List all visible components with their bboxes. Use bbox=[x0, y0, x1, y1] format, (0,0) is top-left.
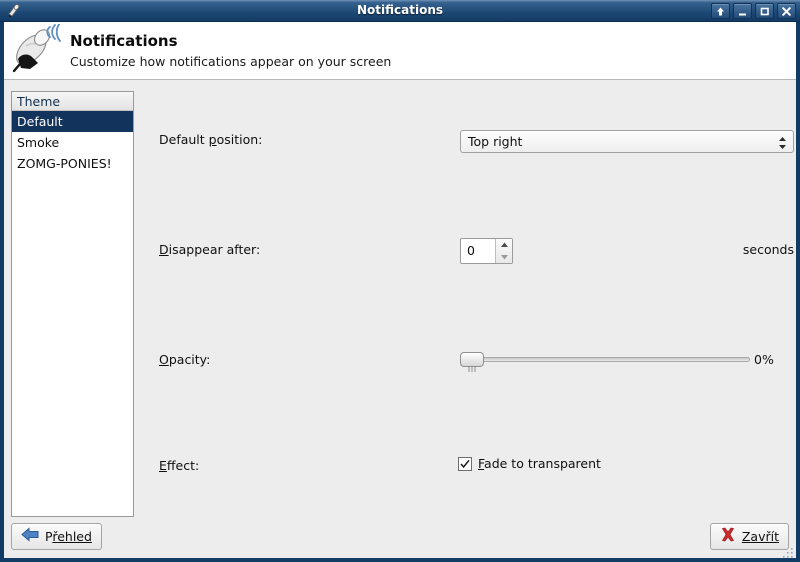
chevron-up-icon[interactable] bbox=[496, 239, 512, 251]
label-mnemonic: D bbox=[159, 242, 169, 257]
opacity-slider[interactable] bbox=[456, 350, 750, 368]
chevron-up-down-icon bbox=[778, 135, 787, 149]
sidebar-item-default[interactable]: Default bbox=[12, 111, 133, 132]
chevron-down-icon[interactable] bbox=[496, 251, 512, 263]
label-part: ade to transparent bbox=[484, 456, 601, 471]
theme-item-label: Default bbox=[17, 114, 63, 129]
fade-to-transparent-label: Fade to transparent bbox=[478, 456, 601, 471]
default-position-value: Top right bbox=[468, 131, 522, 152]
page-header: Notifications Customize how notification… bbox=[4, 22, 796, 80]
minimize-window-button[interactable] bbox=[733, 3, 752, 19]
disappear-after-unit: seconds bbox=[743, 242, 794, 257]
close-window-button[interactable] bbox=[777, 3, 796, 19]
close-dialog-button[interactable]: Zavřít bbox=[710, 523, 789, 550]
label-part: ehled bbox=[57, 529, 92, 544]
notification-horn-icon bbox=[10, 24, 66, 78]
theme-item-label: ZOMG-PONIES! bbox=[17, 156, 112, 171]
window-title: Notifications bbox=[0, 0, 800, 22]
label-mnemonic: O bbox=[159, 352, 169, 367]
fade-to-transparent-checkbox[interactable] bbox=[458, 457, 472, 471]
overview-back-button-label: Přehled bbox=[45, 529, 92, 544]
resize-grip-icon[interactable] bbox=[782, 544, 794, 556]
label-part: pacity: bbox=[169, 352, 211, 367]
settings-form: Default position: Top right Disappear af… bbox=[144, 80, 796, 558]
close-dialog-button-label: Zavřít bbox=[742, 529, 779, 544]
opacity-slider-handle[interactable] bbox=[460, 352, 484, 367]
settings-body: Theme Default Smoke ZOMG-PONIES! Default… bbox=[4, 80, 796, 558]
red-x-icon bbox=[720, 527, 736, 546]
disappear-after-label: Disappear after: bbox=[159, 242, 260, 257]
back-arrow-icon bbox=[21, 527, 39, 546]
sidebar-item-zomg-ponies[interactable]: ZOMG-PONIES! bbox=[12, 153, 133, 174]
label-mnemonic: E bbox=[159, 458, 167, 473]
shade-window-button[interactable] bbox=[711, 3, 730, 19]
sidebar-item-smoke[interactable]: Smoke bbox=[12, 132, 133, 153]
opacity-label: Opacity: bbox=[159, 352, 210, 367]
maximize-window-button[interactable] bbox=[755, 3, 774, 19]
effect-label: Effect: bbox=[159, 458, 199, 473]
overview-back-button[interactable]: Přehled bbox=[11, 523, 102, 550]
label-part: osition: bbox=[217, 132, 263, 147]
notifications-settings-window: Notifications bbox=[0, 0, 800, 562]
label-part: avřít bbox=[750, 529, 779, 544]
default-position-label: Default position: bbox=[159, 132, 262, 147]
spinner-buttons[interactable] bbox=[495, 239, 512, 263]
theme-item-label: Smoke bbox=[17, 135, 59, 150]
theme-list[interactable]: Theme Default Smoke ZOMG-PONIES! bbox=[11, 91, 134, 517]
page-title: Notifications bbox=[70, 32, 178, 50]
disappear-after-value: 0 bbox=[467, 239, 475, 263]
opacity-slider-track[interactable] bbox=[468, 357, 750, 362]
label-mnemonic: p bbox=[209, 132, 217, 147]
dialog-footer: Přehled Zavřít bbox=[4, 518, 796, 558]
label-part: Default bbox=[159, 132, 209, 147]
window-titlebar[interactable]: Notifications bbox=[0, 0, 800, 22]
label-part: isappear after: bbox=[169, 242, 261, 257]
opacity-value: 0% bbox=[754, 352, 774, 367]
window-controls bbox=[711, 3, 796, 19]
theme-list-column-header[interactable]: Theme bbox=[12, 92, 133, 111]
checkmark-icon bbox=[460, 459, 470, 469]
default-position-combobox[interactable]: Top right bbox=[460, 130, 794, 153]
page-subtitle: Customize how notifications appear on yo… bbox=[70, 54, 391, 69]
disappear-after-spinner[interactable]: 0 bbox=[460, 238, 513, 264]
label-part: ffect: bbox=[167, 458, 199, 473]
fade-to-transparent-checkbox-row[interactable]: Fade to transparent bbox=[458, 456, 601, 471]
slider-grip-icon bbox=[468, 357, 477, 362]
